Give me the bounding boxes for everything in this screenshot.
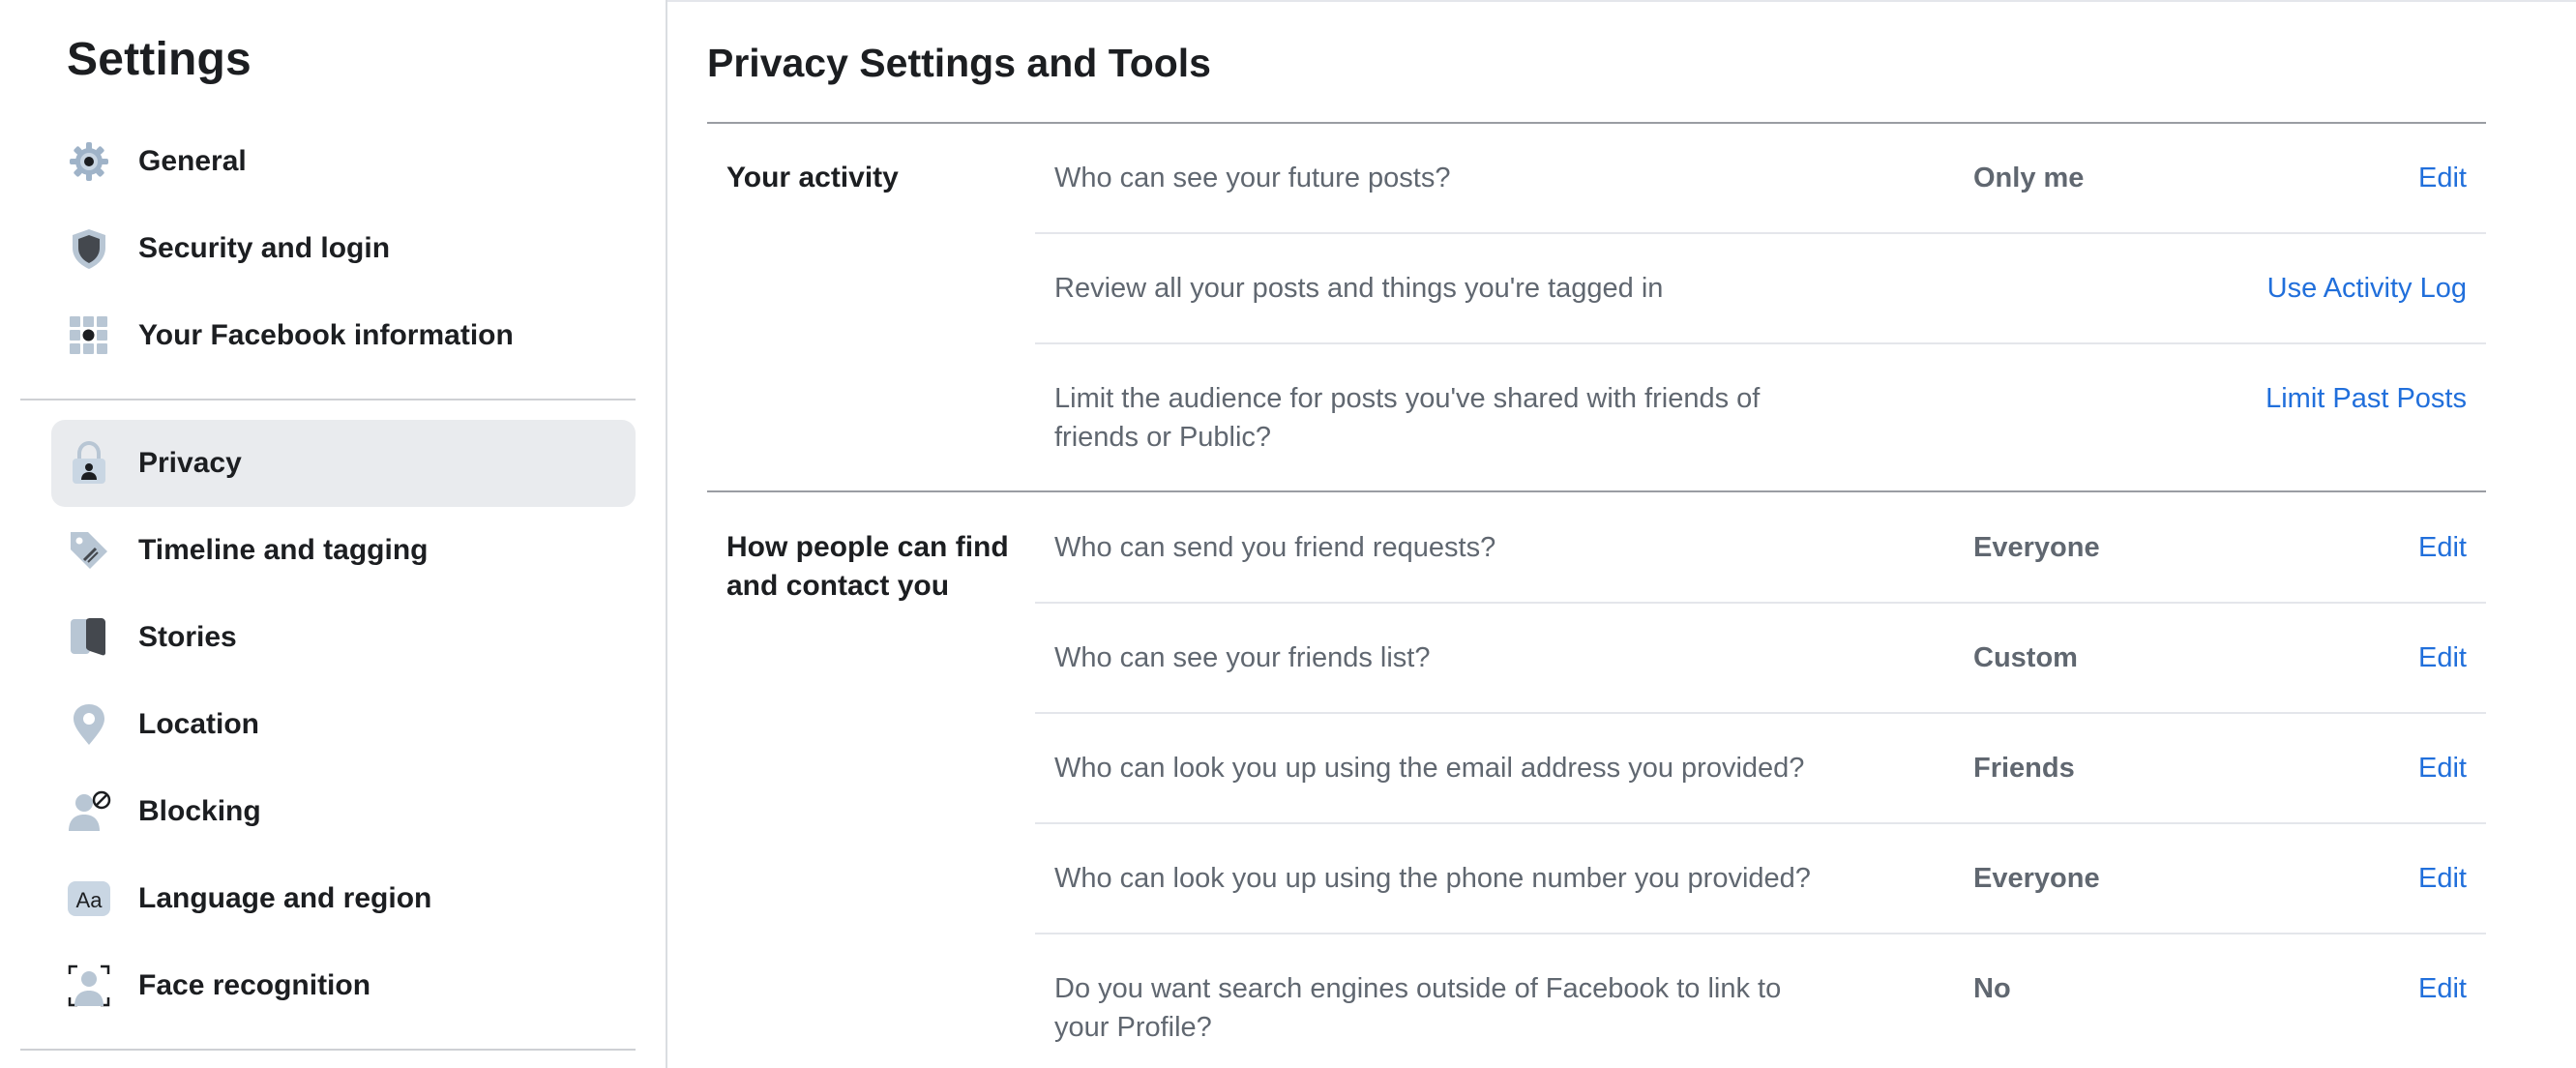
- row-value: Friends: [1973, 753, 2075, 784]
- settings-row-friends-list: Who can see your friends list? Custom Ed…: [1035, 604, 2486, 712]
- gear-icon: [67, 139, 111, 184]
- settings-row-review-posts: Review all your posts and things you're …: [1035, 234, 2486, 342]
- blocked-user-icon: [67, 789, 111, 834]
- row-question: Who can see your future posts?: [1054, 163, 1451, 193]
- book-icon: [67, 615, 111, 660]
- row-value: Only me: [1973, 163, 2085, 193]
- sidebar-title: Settings: [67, 34, 252, 85]
- sidebar-item-blocking[interactable]: Blocking: [51, 768, 636, 855]
- sidebar-item-location[interactable]: Location: [51, 681, 636, 768]
- settings-row-phone-lookup: Who can look you up using the phone numb…: [1035, 824, 2486, 933]
- sidebar-item-stories[interactable]: Stories: [51, 594, 636, 681]
- edit-button[interactable]: Edit: [2418, 528, 2467, 567]
- row-value: Everyone: [1973, 532, 2100, 563]
- sidebar-item-security[interactable]: Security and login: [51, 205, 636, 292]
- row-question: Review all your posts and things you're …: [1054, 273, 1664, 304]
- sidebar-item-general[interactable]: General: [51, 118, 636, 205]
- privacy-settings-panel: Privacy Settings and Tools Your activity…: [669, 0, 2576, 1068]
- grid-icon: [67, 313, 111, 358]
- settings-sidebar: Settings General Security and login Your…: [0, 0, 667, 1068]
- settings-row-future-posts: Who can see your future posts? Only me E…: [1035, 124, 2486, 232]
- limit-past-posts-button[interactable]: Limit Past Posts: [2265, 379, 2467, 418]
- section-label-your-activity: Your activity: [726, 162, 899, 193]
- sidebar-item-label: Language and region: [138, 882, 432, 914]
- lock-icon: [67, 441, 111, 486]
- sidebar-item-label: Timeline and tagging: [138, 534, 429, 566]
- face-scan-icon: [67, 964, 111, 1008]
- edit-button[interactable]: Edit: [2418, 749, 2467, 787]
- row-question: Who can see your friends list?: [1054, 642, 1431, 673]
- row-question: Who can look you up using the phone numb…: [1054, 863, 1811, 894]
- row-question: Limit the audience for posts you've shar…: [1054, 383, 1761, 453]
- row-value: No: [1973, 973, 2011, 1004]
- row-value: Custom: [1973, 642, 2078, 673]
- sidebar-item-label: Face recognition: [138, 969, 371, 1001]
- settings-row-email-lookup: Who can look you up using the email addr…: [1035, 714, 2486, 822]
- row-question: Who can send you friend requests?: [1054, 532, 1496, 563]
- sidebar-item-label: Stories: [138, 621, 237, 653]
- edit-button[interactable]: Edit: [2418, 159, 2467, 197]
- sidebar-item-timeline-tagging[interactable]: Timeline and tagging: [51, 507, 636, 594]
- sidebar-item-label: Blocking: [138, 795, 261, 827]
- edit-button[interactable]: Edit: [2418, 859, 2467, 898]
- settings-row-search-engines: Do you want search engines outside of Fa…: [1035, 934, 2486, 1068]
- sidebar-item-label: Location: [138, 708, 259, 740]
- row-question: Do you want search engines outside of Fa…: [1054, 973, 1782, 1043]
- use-activity-log-button[interactable]: Use Activity Log: [2267, 269, 2467, 308]
- sidebar-item-language-region[interactable]: Aa Language and region: [51, 855, 636, 942]
- svg-text:Aa: Aa: [76, 888, 104, 912]
- sidebar-divider: [20, 399, 636, 400]
- sidebar-item-face-recognition[interactable]: Face recognition: [51, 942, 636, 1029]
- sidebar-item-label: Your Facebook information: [138, 319, 514, 351]
- settings-row-limit-past-posts: Limit the audience for posts you've shar…: [1035, 344, 2486, 490]
- edit-button[interactable]: Edit: [2418, 969, 2467, 1008]
- settings-row-friend-requests: Who can send you friend requests? Everyo…: [1035, 492, 2486, 601]
- section-label-find-contact: How people can find and contact you: [726, 531, 1009, 602]
- map-pin-icon: [67, 702, 111, 747]
- shield-icon: [67, 226, 111, 271]
- row-value: Everyone: [1973, 863, 2100, 894]
- sidebar-item-label: Privacy: [138, 447, 242, 479]
- sidebar-divider: [20, 1049, 636, 1051]
- sidebar-item-privacy[interactable]: Privacy: [51, 420, 636, 507]
- sidebar-item-facebook-info[interactable]: Your Facebook information: [51, 292, 636, 379]
- page-title: Privacy Settings and Tools: [707, 41, 1211, 85]
- edit-button[interactable]: Edit: [2418, 638, 2467, 677]
- tag-icon: [67, 528, 111, 573]
- row-question: Who can look you up using the email addr…: [1054, 753, 1805, 784]
- sidebar-item-label: General: [138, 145, 247, 177]
- sidebar-item-label: Security and login: [138, 232, 391, 264]
- font-aa-icon: Aa: [67, 876, 111, 921]
